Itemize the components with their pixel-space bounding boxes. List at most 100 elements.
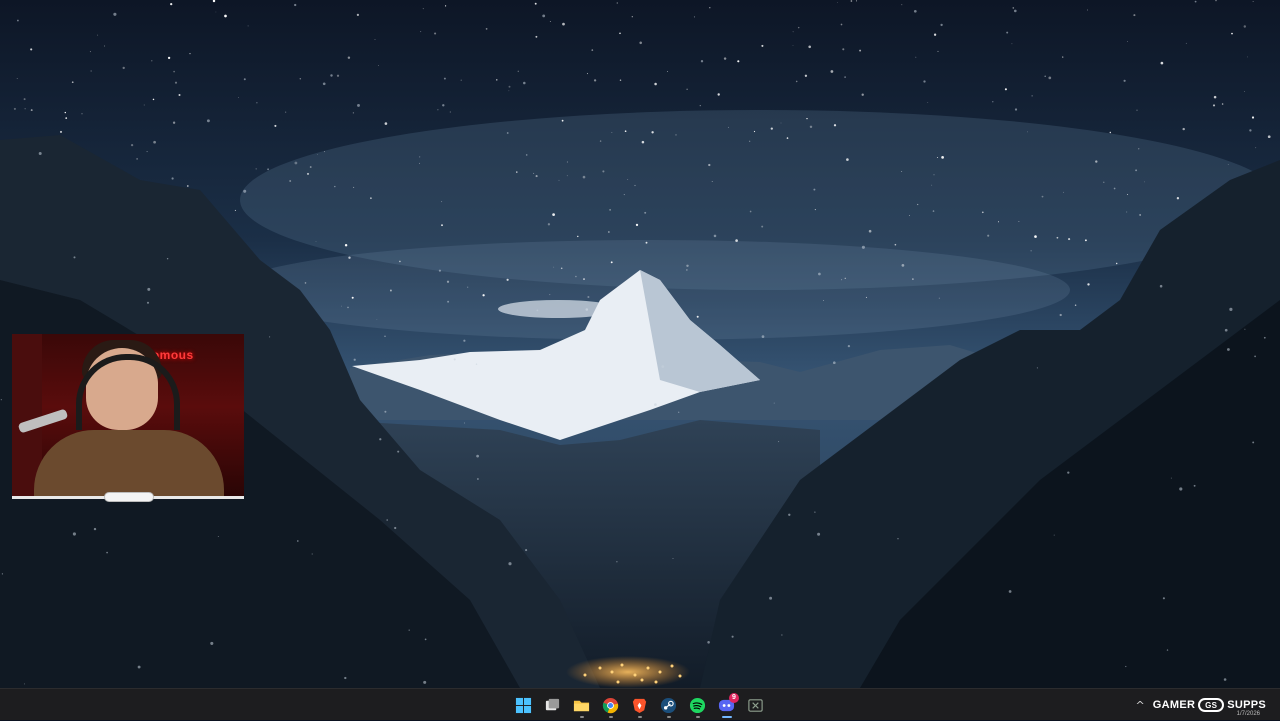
snowflake xyxy=(693,16,696,18)
snowflake xyxy=(1013,9,1017,13)
star xyxy=(377,65,379,67)
star xyxy=(336,74,340,77)
star xyxy=(1087,283,1090,286)
star xyxy=(797,26,800,29)
start-button[interactable] xyxy=(509,692,538,718)
star xyxy=(699,105,701,107)
snowflake xyxy=(1113,187,1116,190)
star xyxy=(868,229,872,233)
star xyxy=(285,111,287,113)
taskbar-steam[interactable] xyxy=(654,692,683,718)
running-indicator xyxy=(721,716,732,718)
star xyxy=(64,111,66,114)
taskbar-excel[interactable] xyxy=(741,692,770,718)
snowflake xyxy=(1179,487,1183,491)
star xyxy=(1160,61,1164,65)
snowflake xyxy=(166,257,169,260)
snowflake xyxy=(1263,336,1266,339)
task-view-button[interactable] xyxy=(538,692,567,718)
star xyxy=(1227,164,1229,165)
star xyxy=(549,294,551,296)
snowflake xyxy=(814,511,816,513)
star xyxy=(535,175,538,178)
star xyxy=(1133,14,1136,17)
star xyxy=(717,93,720,96)
star xyxy=(575,275,577,278)
steam-icon xyxy=(660,697,677,713)
taskbar-chrome[interactable] xyxy=(596,692,625,718)
star xyxy=(1027,131,1028,133)
star xyxy=(909,215,910,216)
snowflake xyxy=(437,109,439,111)
snowflake xyxy=(384,335,386,337)
snowflake xyxy=(1008,590,1012,593)
windows-icon xyxy=(515,697,532,713)
snowflake xyxy=(940,23,943,27)
webcam-slider-handle[interactable] xyxy=(104,492,154,502)
snowflake xyxy=(1162,597,1165,600)
snowflake xyxy=(506,132,509,134)
star xyxy=(215,11,217,13)
snowflake xyxy=(781,634,783,636)
snowflake xyxy=(847,344,851,348)
taskbar-spotify[interactable] xyxy=(683,692,712,718)
snowflake xyxy=(1229,307,1233,311)
star xyxy=(309,166,312,168)
star xyxy=(842,48,845,51)
star xyxy=(97,34,99,36)
star xyxy=(901,171,903,173)
star xyxy=(1109,131,1112,134)
star xyxy=(806,117,808,120)
star xyxy=(178,93,181,97)
star xyxy=(917,203,919,206)
show-hidden-icons-button[interactable]: ^ xyxy=(1136,699,1145,712)
star xyxy=(582,175,586,179)
snowflake xyxy=(463,339,466,342)
snowflake xyxy=(243,78,246,81)
star xyxy=(389,289,392,292)
snowflake xyxy=(147,287,151,291)
snowflake xyxy=(1030,250,1032,252)
running-indicator xyxy=(608,716,613,718)
taskbar-file-explorer[interactable] xyxy=(567,692,596,718)
star xyxy=(823,300,824,301)
star xyxy=(696,315,699,318)
snowflake xyxy=(778,441,780,443)
snowflake xyxy=(1252,441,1255,444)
star xyxy=(997,221,1000,223)
snowflake xyxy=(447,300,450,303)
taskbar: 9 ^ GAMER GS SUPPS 1/7/2026 xyxy=(0,688,1280,720)
snowflake xyxy=(707,641,710,644)
snowflake xyxy=(330,74,333,77)
snowflake xyxy=(861,245,865,249)
snowflake xyxy=(1014,108,1018,111)
running-indicator xyxy=(579,716,584,718)
snowflake xyxy=(761,335,765,338)
brave-icon xyxy=(632,698,647,713)
star xyxy=(23,98,26,101)
star xyxy=(841,279,843,281)
running-indicator xyxy=(695,716,700,718)
taskbar-apps: 9 xyxy=(509,692,770,718)
star xyxy=(347,56,351,59)
star xyxy=(534,2,537,5)
star xyxy=(608,231,610,233)
star xyxy=(1034,235,1037,238)
snowflake xyxy=(1006,31,1009,34)
star xyxy=(172,121,176,124)
star xyxy=(122,66,125,70)
star xyxy=(549,21,551,22)
gamersupps-clock-widget[interactable]: GAMER GS SUPPS 1/7/2026 xyxy=(1153,698,1266,717)
star xyxy=(641,140,645,144)
snowflake xyxy=(443,77,446,80)
taskbar-discord[interactable]: 9 xyxy=(712,692,741,718)
star xyxy=(1068,238,1071,241)
star xyxy=(1215,0,1217,2)
star xyxy=(324,151,325,153)
star xyxy=(104,45,106,47)
star xyxy=(1251,116,1255,119)
star xyxy=(441,201,443,203)
snowflake xyxy=(1053,534,1055,536)
star xyxy=(761,225,764,228)
taskbar-brave[interactable] xyxy=(625,692,654,718)
